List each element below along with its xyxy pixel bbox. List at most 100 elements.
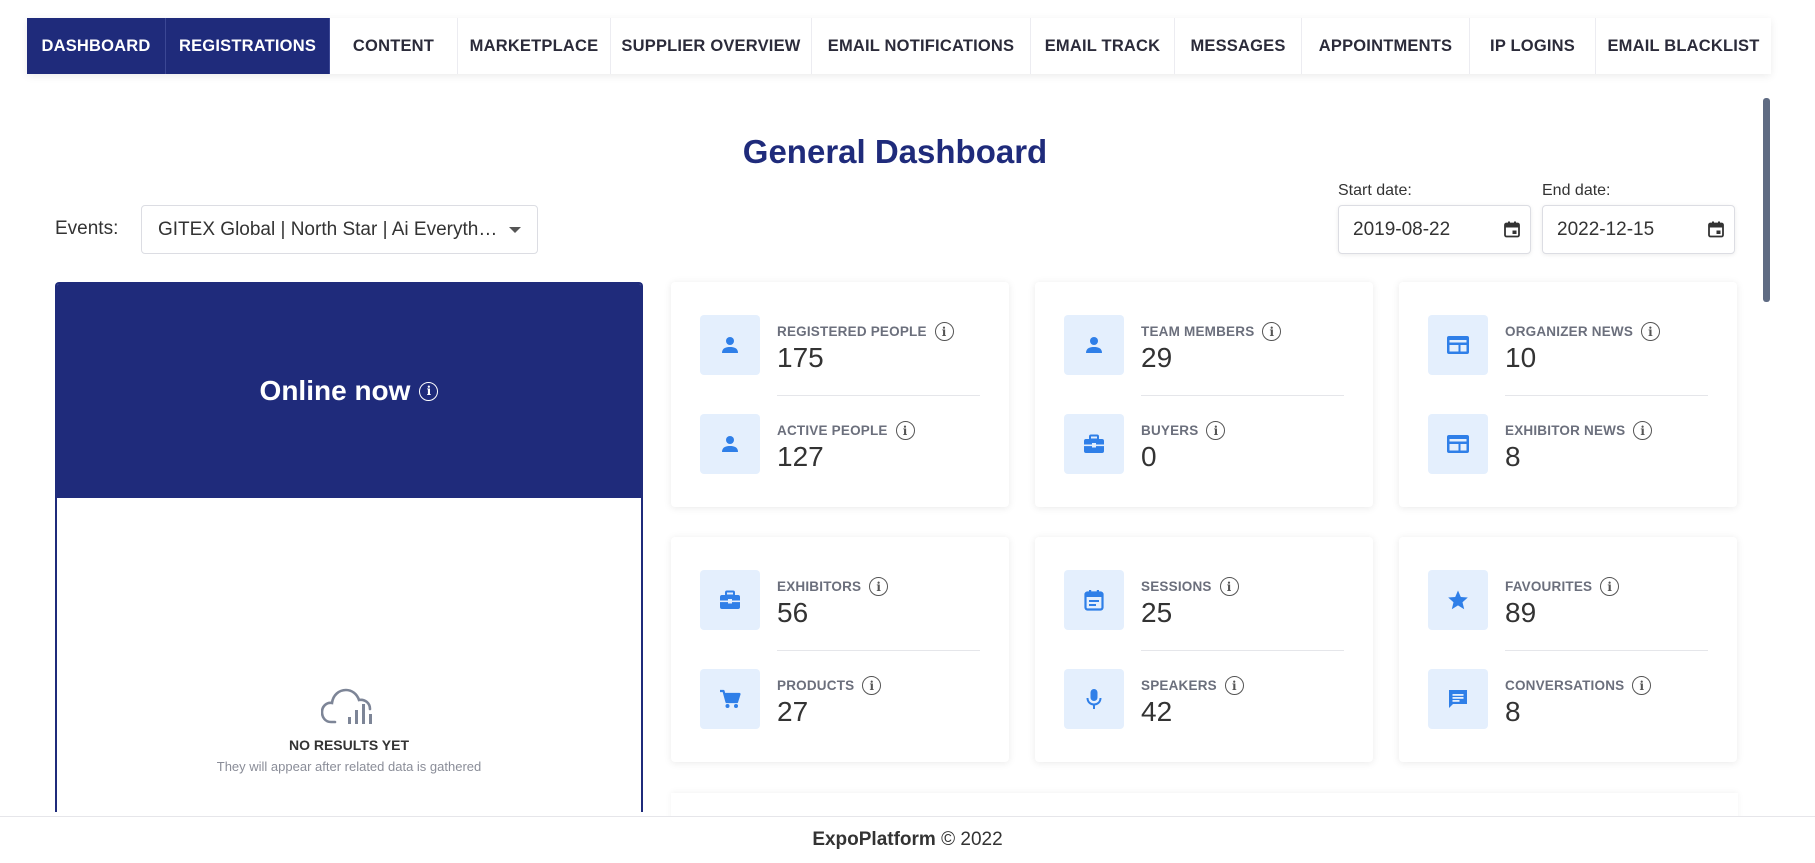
divider [1505,650,1708,651]
info-icon[interactable]: i [1206,421,1226,440]
stat-value: 42 [1141,696,1173,727]
stat-value: 127 [777,441,824,472]
tab-email-notifications[interactable]: EMAIL NOTIFICATIONS [812,18,1031,74]
info-icon[interactable]: i [1219,577,1239,596]
stat-label: BUYERS [1141,423,1199,438]
calendar-picker-icon[interactable] [1708,221,1724,238]
cloud-chart-icon [320,688,372,724]
stat-exhibitors: EXHIBITORS i 56 [700,570,980,630]
divider [777,650,980,651]
end-date-input[interactable]: 2022-12-15 [1542,205,1735,254]
tab-messages[interactable]: MESSAGES [1175,18,1302,74]
stat-card: ORGANIZER NEWS i 10 EXHIBITOR NEWS i 8 [1399,282,1737,507]
person-icon [700,315,760,375]
briefcase-icon [700,570,760,630]
tab-email-track[interactable]: EMAIL TRACK [1031,18,1175,74]
stat-label: TEAM MEMBERS [1141,324,1255,339]
star-icon [1428,570,1488,630]
footer-brand: ExpoPlatform [812,829,936,850]
tab-email-blacklist[interactable]: EMAIL BLACKLIST [1596,18,1771,74]
stat-active-people: ACTIVE PEOPLE i 127 [700,414,980,474]
top-nav: DASHBOARD REGISTRATIONS CONTENT MARKETPL… [27,18,1771,74]
divider [1505,395,1708,396]
stat-label: PRODUCTS [777,678,855,693]
info-icon[interactable]: i [1632,676,1652,695]
stat-card: FAVOURITES i 89 CONVERSATIONS i 8 [1399,537,1737,762]
footer: ExpoPlatform © 2022 [0,816,1815,863]
tab-marketplace[interactable]: MARKETPLACE [458,18,611,74]
stat-value: 25 [1141,597,1173,628]
empty-state: NO RESULTS YET They will appear after re… [57,682,641,774]
stat-products: PRODUCTS i 27 [700,669,980,729]
stat-sessions: SESSIONS i 25 [1064,570,1344,630]
info-icon[interactable]: i [1633,421,1653,440]
stat-value: 89 [1505,597,1537,628]
stat-card: EXHIBITORS i 56 PRODUCTS i 27 [671,537,1009,762]
stat-speakers: SPEAKERS i 42 [1064,669,1344,729]
online-now-card: Online now i NO RESULTS YET They will ap… [55,282,643,812]
info-icon[interactable]: i [1641,322,1661,341]
stat-conversations: CONVERSATIONS i 8 [1428,669,1708,729]
vertical-scrollbar[interactable] [1763,98,1770,302]
empty-state-subtitle: They will appear after related data is g… [216,759,482,774]
events-selected-value: GITEX Global | North Star | Ai Everythin… [158,218,498,240]
stat-value: 0 [1141,441,1157,472]
news-icon [1428,414,1488,474]
tab-content[interactable]: CONTENT [330,18,458,74]
info-icon[interactable]: i [895,421,915,440]
start-date-input[interactable]: 2019-08-22 [1338,205,1531,254]
tab-appointments[interactable]: APPOINTMENTS [1302,18,1470,74]
stat-favourites: FAVOURITES i 89 [1428,570,1708,630]
end-date-label: End date: [1542,182,1611,199]
info-icon[interactable]: i [862,676,882,695]
info-icon[interactable]: i [1600,577,1620,596]
page-title: General Dashboard [742,133,1048,170]
stat-label: ACTIVE PEOPLE [777,423,888,438]
stat-value: 175 [777,342,824,373]
news-icon [1428,315,1488,375]
briefcase-icon [1064,414,1124,474]
stat-label: EXHIBITOR NEWS [1505,423,1626,438]
online-now-title: Online now [259,375,411,406]
tab-supplier-overview[interactable]: SUPPLIER OVERVIEW [611,18,812,74]
info-icon[interactable]: i [419,381,439,401]
tab-registrations[interactable]: REGISTRATIONS [166,18,330,74]
stat-registered-people: REGISTERED PEOPLE i 175 [700,315,980,375]
tab-ip-logins[interactable]: IP LOGINS [1470,18,1596,74]
empty-state-title: NO RESULTS YET [288,737,410,753]
divider [1141,395,1344,396]
stat-value: 56 [777,597,809,628]
calendar-icon [1064,570,1124,630]
online-now-header: Online now i [57,284,641,498]
stat-label: SESSIONS [1141,579,1212,594]
stat-value: 8 [1505,696,1521,727]
stat-value: 10 [1505,342,1537,373]
microphone-icon [1064,669,1124,729]
stat-value: 27 [777,696,809,727]
person-icon [1064,315,1124,375]
calendar-picker-icon[interactable] [1504,221,1520,238]
stat-label: REGISTERED PEOPLE [777,324,927,339]
stat-card: SESSIONS i 25 SPEAKERS i 42 [1035,537,1373,762]
stat-label: EXHIBITORS [777,579,862,594]
stat-organizer-news: ORGANIZER NEWS i 10 [1428,315,1708,375]
stat-label: CONVERSATIONS [1505,678,1625,693]
stat-exhibitor-news: EXHIBITOR NEWS i 8 [1428,414,1708,474]
info-icon[interactable]: i [934,322,954,341]
stat-team-members: TEAM MEMBERS i 29 [1064,315,1344,375]
stat-value: 8 [1505,441,1521,472]
events-select[interactable]: GITEX Global | North Star | Ai Everythin… [141,205,538,254]
stat-label: FAVOURITES [1505,579,1593,594]
tab-dashboard[interactable]: DASHBOARD [27,18,166,74]
events-label: Events: [55,218,119,239]
divider [777,395,980,396]
chevron-down-icon [509,227,521,233]
chat-icon [1428,669,1488,729]
divider [1141,650,1344,651]
info-icon[interactable]: i [1262,322,1282,341]
start-date-label: Start date: [1338,182,1412,199]
info-icon[interactable]: i [869,577,889,596]
start-date-value: 2019-08-22 [1353,218,1451,240]
info-icon[interactable]: i [1224,676,1244,695]
person-icon [700,414,760,474]
